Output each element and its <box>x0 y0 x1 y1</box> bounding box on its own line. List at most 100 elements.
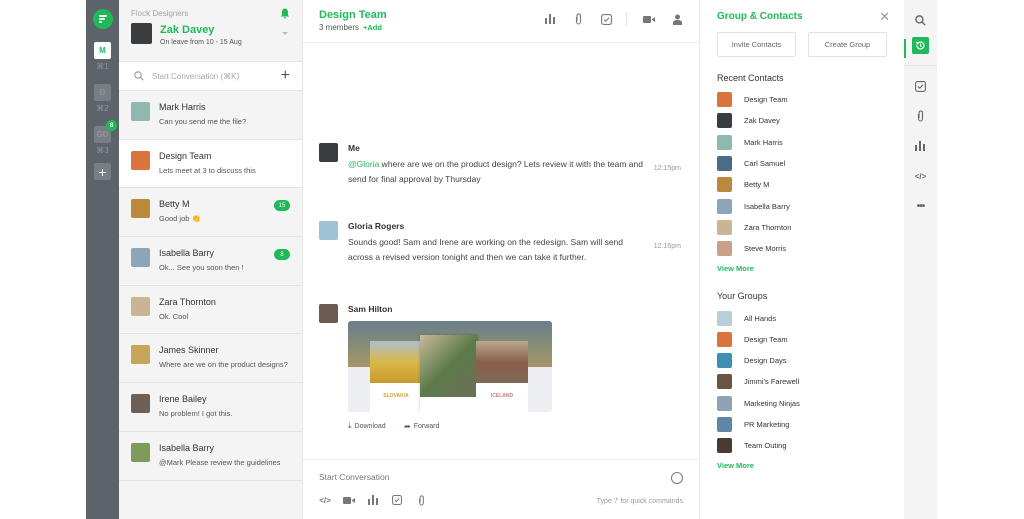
download-link[interactable]: Download <box>355 423 386 430</box>
chat-name: Isabella Barry <box>159 442 215 453</box>
contact-name: Isabella Barry <box>744 201 790 211</box>
user-profile-icon[interactable] <box>671 13 683 25</box>
active-indicator <box>904 39 906 58</box>
action-separator: · <box>393 422 397 430</box>
code-snippet-icon[interactable]: </> <box>319 494 331 506</box>
chat-list-item[interactable]: Isabella Barry @Mark Please review the g… <box>119 432 302 481</box>
member-count[interactable]: 3 members <box>319 23 359 32</box>
chat-list-item[interactable]: Design Team Lets meet at 3 to discuss th… <box>119 139 302 189</box>
message-composer: Start Conversation </> Type '/' for quic… <box>303 459 699 519</box>
message-author[interactable]: Sam Hilton <box>348 304 685 314</box>
search-icon <box>134 71 144 81</box>
message-avatar[interactable] <box>319 304 338 323</box>
recent-contact-item[interactable]: Isabella Barry <box>717 195 887 216</box>
group-item[interactable]: Design Days <box>717 350 887 371</box>
recent-contact-item[interactable]: Mark Harris <box>717 132 887 153</box>
poll-icon[interactable] <box>915 140 927 152</box>
contact-avatar <box>717 417 732 432</box>
recent-contact-item[interactable]: Carl Samuel <box>717 153 887 174</box>
chat-preview: Good job 👏 <box>159 214 201 224</box>
org-name: Flock Designers <box>131 9 189 18</box>
message-author[interactable]: Me <box>348 143 685 153</box>
recent-history-button[interactable] <box>912 37 929 54</box>
team-shortcut: ⌘2 <box>96 104 109 113</box>
chat-list-item[interactable]: Irene Bailey No problem! I got this. <box>119 383 302 432</box>
contact-name: Jimmi's Farewell <box>744 377 800 387</box>
profile-dropdown-icon[interactable] <box>282 32 288 35</box>
user-avatar[interactable] <box>131 23 152 44</box>
mention-link[interactable]: @Gloria <box>348 159 379 169</box>
group-item[interactable]: Design Team <box>717 329 887 350</box>
contact-name: Marketing Ninjas <box>744 398 800 408</box>
conversation-title[interactable]: Design Team <box>319 9 387 21</box>
group-item[interactable]: Team Outing <box>717 435 887 456</box>
contact-avatar <box>717 198 732 214</box>
group-item[interactable]: Marketing Ninjas <box>717 393 887 414</box>
user-name[interactable]: Zak Davey <box>160 24 242 36</box>
flock-logo-icon[interactable] <box>92 9 113 29</box>
poll-icon[interactable] <box>367 494 379 506</box>
chat-list-item[interactable]: Betty M Good job 👏 15 <box>119 188 302 238</box>
task-checkbox-icon[interactable] <box>391 494 403 506</box>
video-call-icon[interactable] <box>343 494 355 506</box>
your-groups-heading: Your Groups <box>717 291 768 302</box>
group-item[interactable]: PR Marketing <box>717 414 887 435</box>
attachment-icon[interactable] <box>572 13 584 25</box>
emoji-icon[interactable] <box>671 472 683 484</box>
chat-list-item[interactable]: James Skinner Where are we on the produc… <box>119 334 302 384</box>
message-avatar[interactable] <box>319 143 338 162</box>
group-item[interactable]: All Hands <box>717 307 887 328</box>
forward-link[interactable]: Forward <box>414 423 440 430</box>
team-switch-3[interactable]: GD 8 <box>94 120 117 143</box>
user-status: On leave from 10 - 15 Aug <box>160 39 242 46</box>
recent-contact-item[interactable]: Zara Thornton <box>717 217 887 238</box>
create-group-button[interactable]: Create Group <box>808 32 887 57</box>
message-input[interactable]: Start Conversation <box>319 472 683 482</box>
team-initials: GD <box>96 130 109 139</box>
chat-preview: Lets meet at 3 to discuss this <box>159 165 256 175</box>
contact-name: Zara Thornton <box>744 222 792 232</box>
search-icon[interactable] <box>915 14 927 26</box>
new-conversation-button[interactable]: + <box>281 68 290 84</box>
chat-list-item[interactable]: Mark Harris Can you send me the file? <box>119 91 302 140</box>
flock-app: M ⌘1 D ⌘2 GD 8 ⌘3 + Flock Designers Zak Davey … <box>86 0 937 519</box>
message-author[interactable]: Gloria Rogers <box>348 221 685 231</box>
recent-contact-item[interactable]: Design Team <box>717 89 887 110</box>
add-member-link[interactable]: +Add <box>363 23 382 32</box>
chat-preview: Where are we on the product designs? <box>159 360 288 370</box>
view-more-groups-link[interactable]: View More <box>717 461 887 470</box>
chat-list-item[interactable]: Zara Thornton Ok. Cool <box>119 286 302 335</box>
add-team-button[interactable]: + <box>94 163 111 180</box>
recent-contact-item[interactable]: Zak Davey <box>717 110 887 131</box>
team-list: M ⌘1 D ⌘2 GD 8 ⌘3 <box>94 29 117 155</box>
contact-name: Zak Davey <box>744 116 780 126</box>
task-checkbox-icon[interactable] <box>915 80 927 92</box>
contact-avatar <box>717 134 732 150</box>
chat-avatar <box>131 394 150 414</box>
group-item[interactable]: Jimmi's Farewell <box>717 371 887 392</box>
image-attachment[interactable]: SLOVAKIA ICELAND <box>348 321 552 412</box>
code-snippet-icon[interactable]: </> <box>915 170 927 182</box>
search-input[interactable]: Start Conversation (⌘K) <box>152 72 281 81</box>
more-options-icon[interactable]: ••• <box>915 200 927 212</box>
close-icon[interactable]: ✕ <box>879 9 890 25</box>
attachment-icon[interactable] <box>915 110 927 122</box>
unread-badge: 8 <box>274 249 290 261</box>
team-switch-1[interactable]: M <box>94 42 111 59</box>
video-call-icon[interactable] <box>643 13 655 25</box>
chat-list-item[interactable]: Isabella Barry Ok... See you soon then !… <box>119 237 302 286</box>
team-switch-2[interactable]: D <box>94 84 111 101</box>
view-more-contacts-link[interactable]: View More <box>717 264 887 273</box>
start-conversation-search[interactable]: Start Conversation (⌘K) + <box>119 61 302 91</box>
recent-contact-item[interactable]: Steve Morris <box>717 238 887 259</box>
task-checkbox-icon[interactable] <box>600 13 612 25</box>
bell-icon[interactable] <box>280 8 290 19</box>
invite-contacts-button[interactable]: Invite Contacts <box>717 32 796 57</box>
poll-icon[interactable] <box>544 13 556 25</box>
message-avatar[interactable] <box>319 221 338 240</box>
team-initials: M <box>99 46 106 55</box>
card-title: ICELAND <box>490 393 514 399</box>
chat-name: Mark Harris <box>159 102 206 112</box>
recent-contact-item[interactable]: Betty M <box>717 174 887 195</box>
attachment-icon[interactable] <box>415 494 427 506</box>
